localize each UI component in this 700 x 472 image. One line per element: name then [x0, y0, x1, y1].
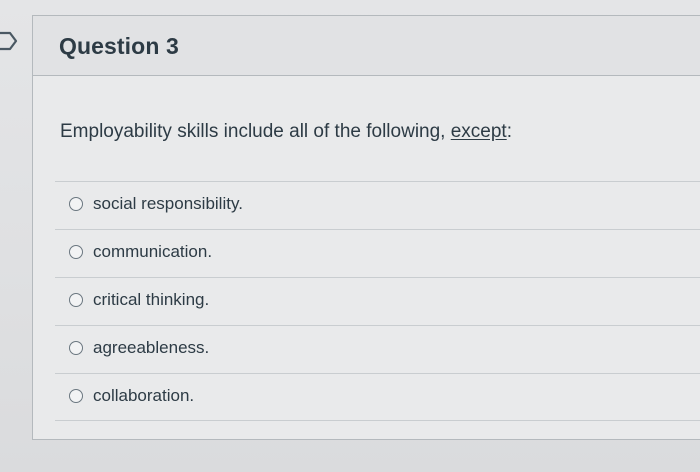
question-header: Question 3 — [33, 16, 700, 76]
answer-label[interactable]: social responsibility. — [93, 194, 243, 214]
quiz-page: Question 3 Employability skills include … — [0, 0, 700, 472]
answer-option[interactable]: collaboration. — [55, 373, 700, 421]
question-prompt-main: Employability skills include all of the … — [60, 121, 451, 142]
answer-label[interactable]: communication. — [93, 242, 212, 262]
radio-unchecked-icon[interactable] — [69, 389, 83, 403]
answer-option[interactable]: communication. — [55, 229, 700, 277]
answer-list: social responsibility. communication. cr… — [55, 181, 700, 421]
question-flag-icon[interactable] — [0, 27, 22, 55]
question-card: Question 3 Employability skills include … — [32, 15, 700, 440]
question-prompt-emphasis: except — [450, 121, 507, 142]
answer-label[interactable]: agreeableness. — [93, 338, 209, 358]
question-prompt: Employability skills include all of the … — [60, 121, 512, 143]
answer-label[interactable]: critical thinking. — [93, 290, 209, 310]
answer-option[interactable]: social responsibility. — [55, 181, 700, 229]
answer-label[interactable]: collaboration. — [93, 386, 194, 406]
answer-option[interactable]: agreeableness. — [55, 325, 700, 373]
answer-option[interactable]: critical thinking. — [55, 277, 700, 325]
radio-unchecked-icon[interactable] — [69, 341, 83, 355]
question-title: Question 3 — [59, 33, 179, 59]
radio-unchecked-icon[interactable] — [69, 197, 83, 211]
question-prompt-end: : — [506, 121, 512, 142]
radio-unchecked-icon[interactable] — [69, 293, 83, 307]
question-body: Employability skills include all of the … — [33, 76, 700, 439]
radio-unchecked-icon[interactable] — [69, 245, 83, 259]
